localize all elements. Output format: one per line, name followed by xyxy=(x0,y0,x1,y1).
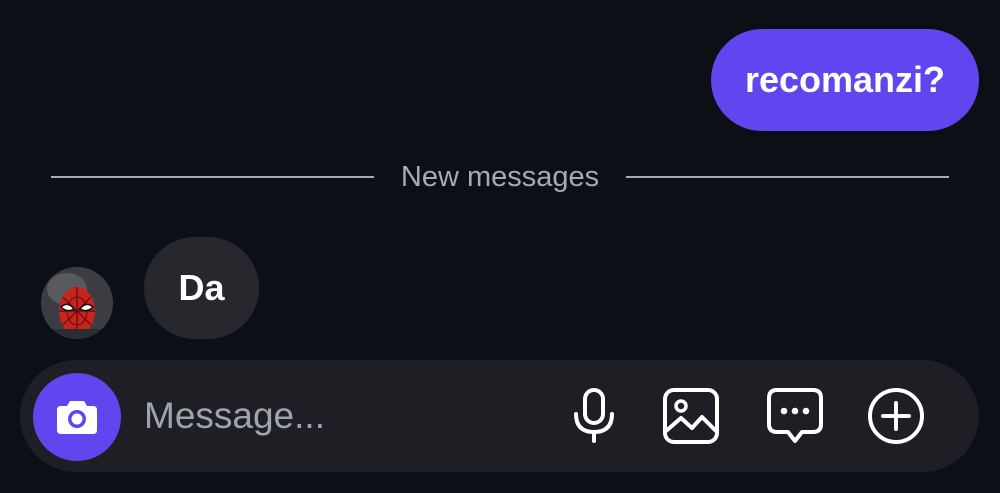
outgoing-message-text: recomanzi? xyxy=(744,59,945,100)
divider-line-right xyxy=(626,176,949,178)
message-input[interactable] xyxy=(144,384,544,448)
plus-circle-icon xyxy=(868,388,924,444)
microphone-button[interactable] xyxy=(564,386,624,446)
more-options-button[interactable] xyxy=(866,386,926,446)
new-messages-divider: New messages xyxy=(51,155,949,199)
gallery-icon xyxy=(663,388,719,444)
sticker-chat-icon xyxy=(767,388,823,443)
sender-avatar[interactable] xyxy=(41,267,113,339)
incoming-message-text: Da xyxy=(178,267,225,308)
divider-line-left xyxy=(51,176,374,178)
camera-icon xyxy=(57,401,97,434)
chat-screen: recomanzi? New messages Da xyxy=(0,0,1000,493)
new-messages-label: New messages xyxy=(400,160,600,193)
spiderman-avatar-icon xyxy=(41,267,113,339)
incoming-message-bubble[interactable]: Da xyxy=(144,237,259,339)
sticker-chat-button[interactable] xyxy=(765,386,825,446)
camera-button[interactable] xyxy=(33,373,121,461)
outgoing-message-bubble[interactable]: recomanzi? xyxy=(710,29,979,131)
gallery-button[interactable] xyxy=(661,386,721,446)
microphone-icon xyxy=(574,388,614,443)
message-composer xyxy=(20,360,979,472)
